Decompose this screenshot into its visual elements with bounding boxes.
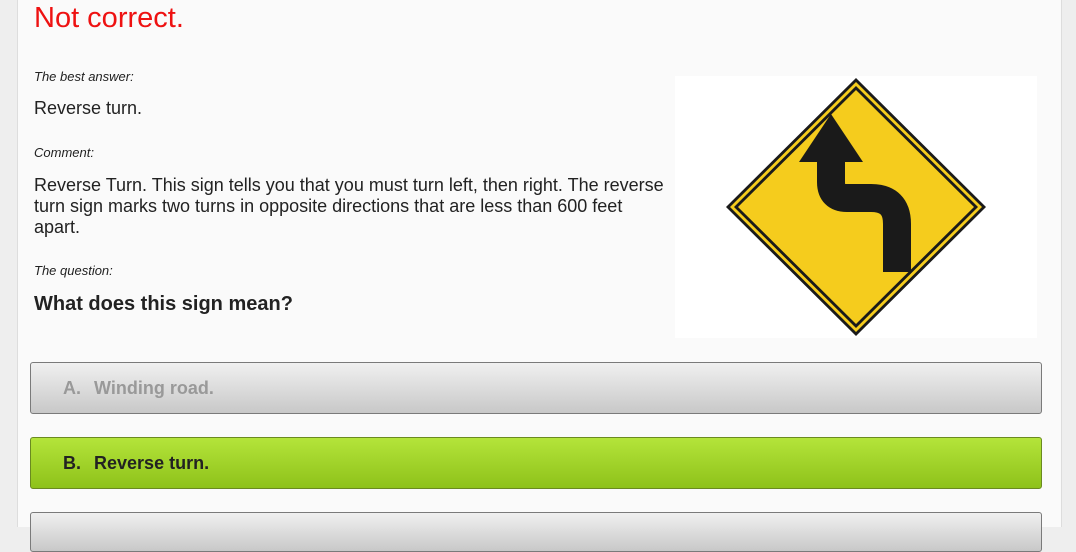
option-text: Reverse turn.: [94, 453, 210, 473]
question-text: What does this sign mean?: [34, 293, 293, 315]
sign-image: [675, 76, 1037, 338]
result-panel: Not correct. The best answer: Reverse tu…: [17, 0, 1062, 552]
answer-option-a[interactable]: A. Winding road.: [30, 362, 1042, 414]
option-letter: A.: [63, 378, 81, 398]
question-label: The question:: [34, 263, 113, 278]
best-answer-text: Reverse turn.: [34, 98, 143, 118]
answer-option-c[interactable]: [30, 512, 1042, 552]
option-letter: B.: [63, 453, 81, 473]
answer-option-b[interactable]: B. Reverse turn.: [30, 437, 1042, 489]
result-title: Not correct.: [34, 2, 184, 34]
comment-label: Comment:: [34, 145, 94, 160]
option-text: Winding road.: [94, 378, 214, 398]
best-answer-label: The best answer:: [34, 69, 134, 84]
comment-text: Reverse Turn. This sign tells you that y…: [34, 175, 664, 237]
reverse-turn-sign-icon: [726, 78, 986, 336]
